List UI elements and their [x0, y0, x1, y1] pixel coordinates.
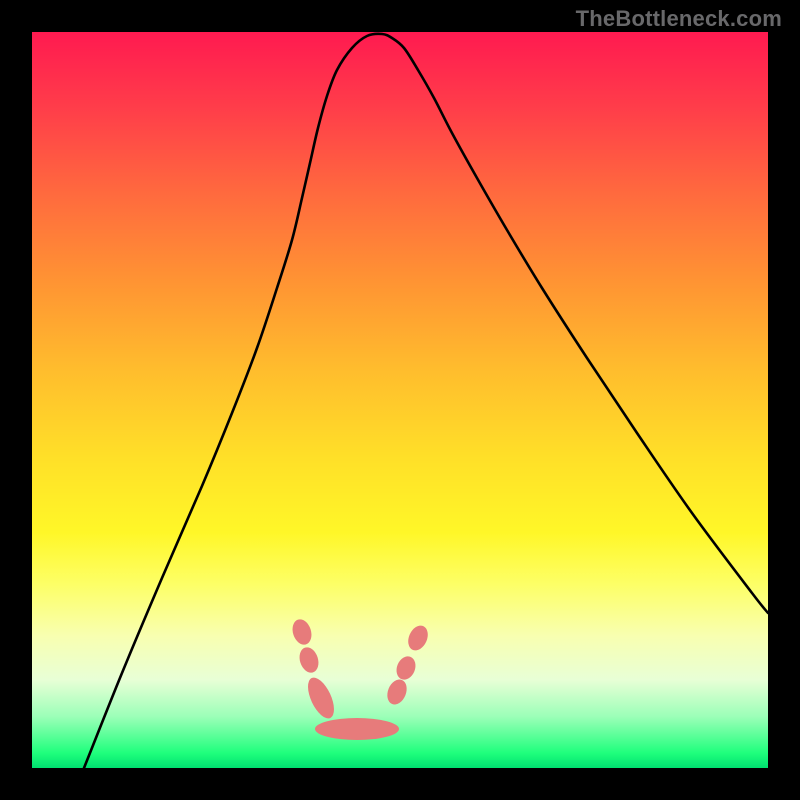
bottleneck-curve: [84, 34, 768, 768]
markers-group: [289, 617, 431, 740]
pt-right-lower: [384, 677, 410, 708]
pt-left-upper: [289, 617, 314, 647]
pt-right-mid: [393, 654, 419, 683]
bar-bottom: [315, 718, 399, 740]
pt-right-upper: [404, 622, 431, 653]
pt-left-lower: [296, 645, 321, 675]
cap-left: [303, 674, 340, 722]
gradient-panel: [32, 32, 768, 768]
stage: TheBottleneck.com: [0, 0, 800, 800]
chart-svg: [32, 32, 768, 768]
attribution-text: TheBottleneck.com: [576, 6, 782, 32]
